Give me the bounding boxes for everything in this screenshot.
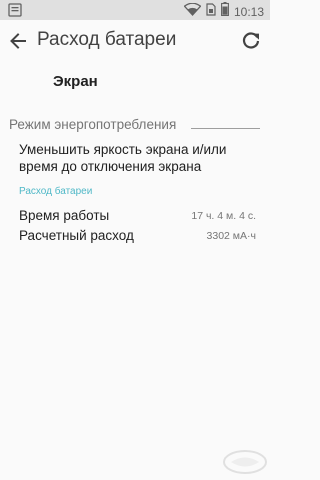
- watermark-logo: [222, 449, 268, 475]
- toolbar: Расход батареи: [0, 20, 270, 62]
- sim-icon: [206, 2, 216, 21]
- usage-value: 3302 мА·ч: [206, 230, 256, 242]
- back-arrow-icon[interactable]: [8, 31, 28, 51]
- usage-value: 17 ч. 4 м. 4 с.: [191, 210, 256, 222]
- section-header: Режим энергопотребления: [9, 117, 260, 133]
- status-time: 10:13: [233, 4, 264, 19]
- wifi-icon: [183, 2, 202, 21]
- page-title: Расход батареи: [37, 29, 177, 50]
- usage-label: Расчетный расход: [19, 228, 134, 243]
- battery-icon: [221, 2, 229, 21]
- section-title: Режим энергопотребления: [9, 117, 177, 132]
- section-divider: [191, 128, 260, 129]
- app-item: Экран: [0, 62, 270, 104]
- status-bar: 10:13: [0, 0, 270, 20]
- reduce-brightness-option[interactable]: Уменьшить яркость экрана и/или время до …: [19, 141, 259, 175]
- app-name: Экран: [53, 73, 98, 90]
- usage-row-estimated: Расчетный расход 3302 мА·ч: [19, 228, 256, 246]
- refresh-icon[interactable]: [240, 30, 262, 52]
- usage-row-uptime: Время работы 17 ч. 4 м. 4 с.: [19, 208, 256, 226]
- usage-subheader: Расход батареи: [19, 186, 93, 197]
- usage-label: Время работы: [19, 208, 110, 223]
